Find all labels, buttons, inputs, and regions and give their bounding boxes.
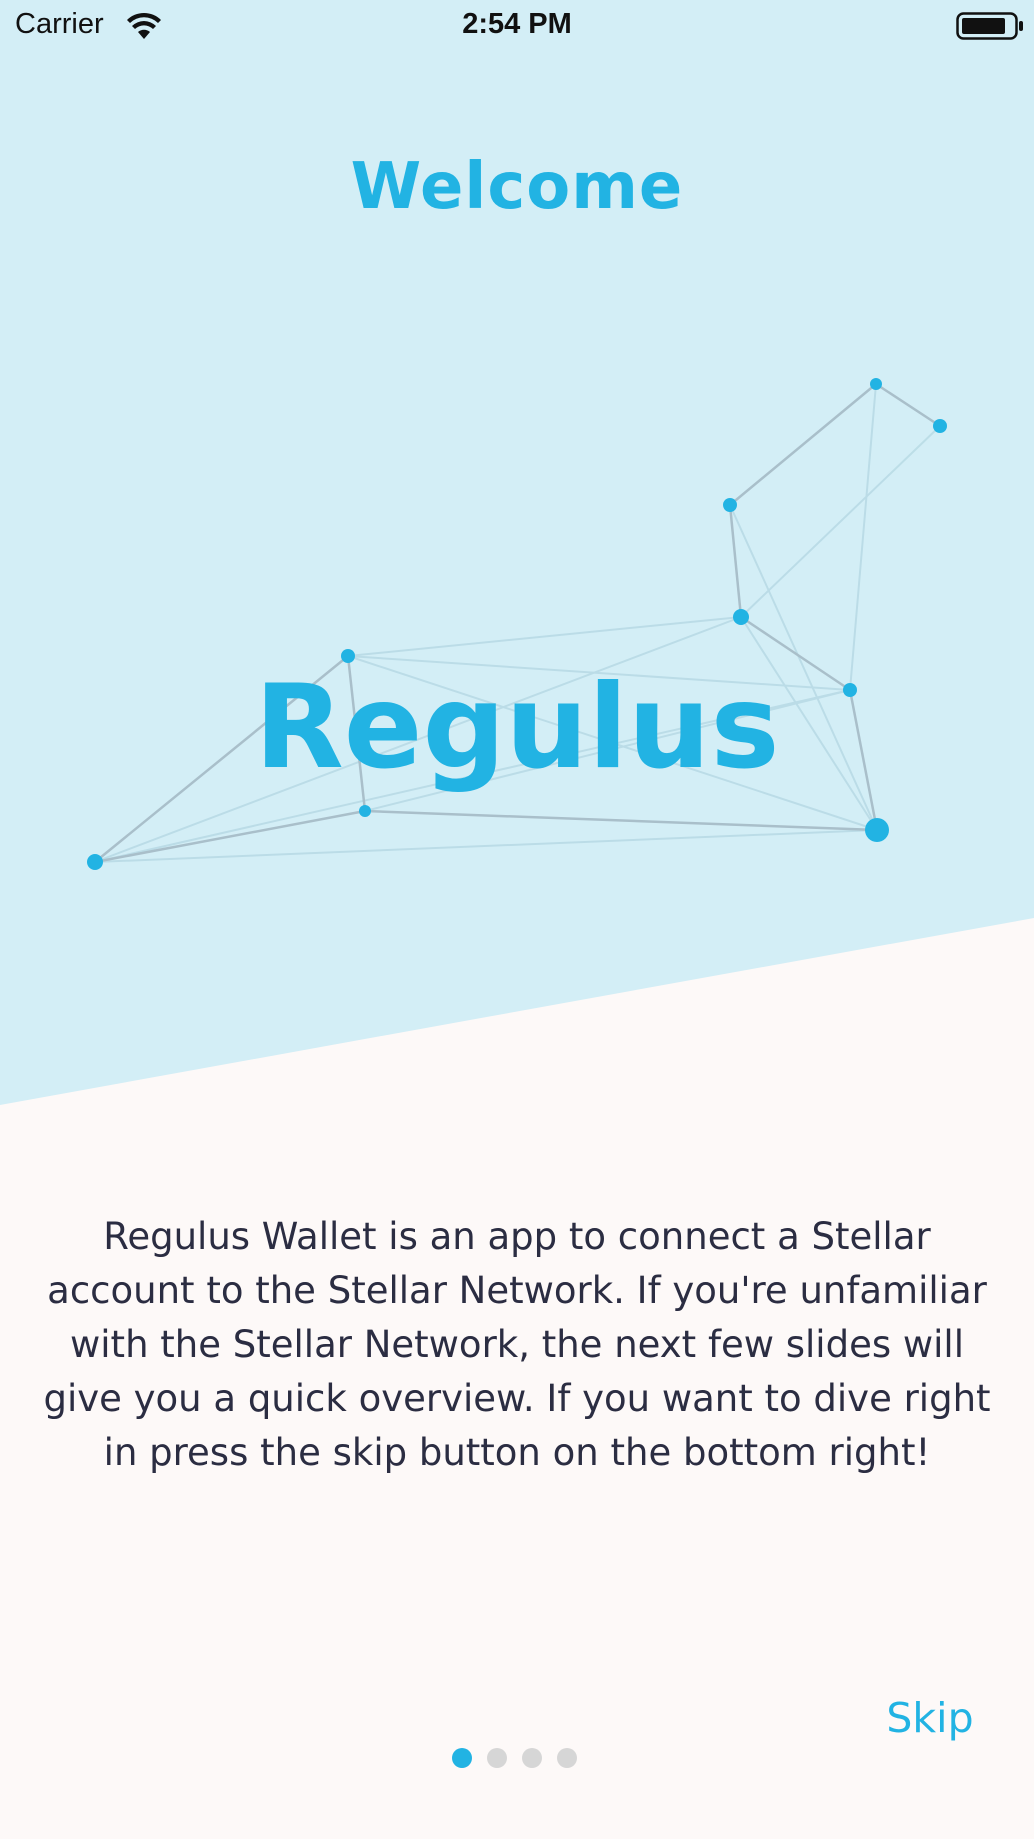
header-background [0, 0, 1034, 1105]
page-indicator[interactable] [452, 1748, 577, 1770]
onboarding-description: Regulus Wallet is an app to connect a St… [43, 1215, 991, 1474]
app-logo-text: Regulus [254, 660, 780, 795]
page-dot-2[interactable] [487, 1748, 507, 1768]
status-time: 2:54 PM [462, 8, 572, 40]
page-dot-1[interactable] [452, 1748, 472, 1768]
battery-icon [956, 12, 1023, 40]
page-dot-4[interactable] [557, 1748, 577, 1768]
page-dot-3[interactable] [522, 1748, 542, 1768]
page-title: Welcome [350, 150, 684, 224]
status-bar: Carrier 2:54 PM [0, 0, 1034, 52]
skip-button[interactable]: Skip [860, 1694, 1000, 1742]
